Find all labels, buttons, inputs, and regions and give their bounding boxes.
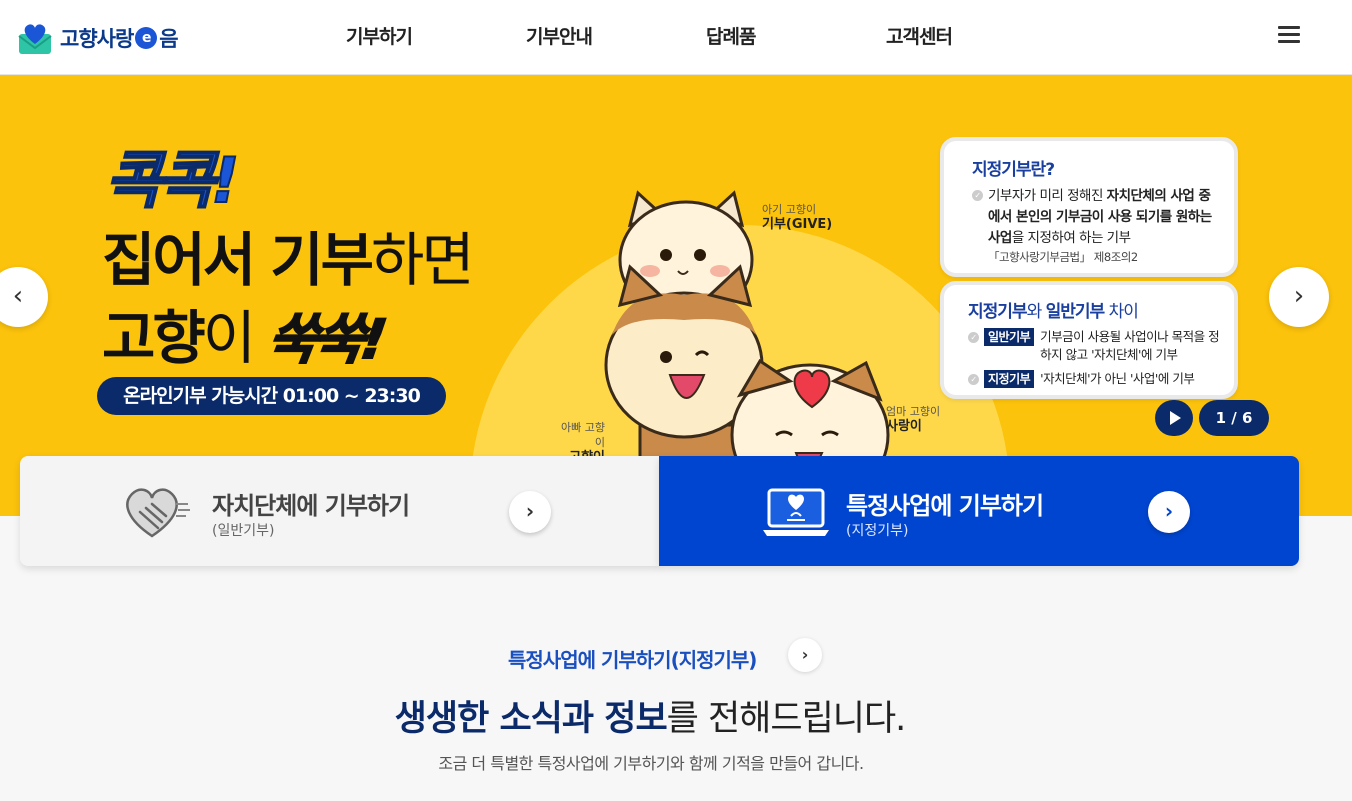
hero-line2-suk: 쑥쑥! [262, 307, 388, 372]
info-box2-title-b: 와 [1026, 302, 1046, 322]
chevron-right-icon[interactable]: › [1148, 491, 1190, 533]
donation-difference-info-box: 지정기부와 일반기부 차이 ✓ 일반기부 기부금이 사용될 사업이나 목적을 정… [940, 281, 1238, 399]
online-hours-pill: 온라인기부 가능시간 01:00 ~ 23:30 [97, 377, 446, 415]
nav-donate[interactable]: 기부하기 [346, 22, 413, 49]
general-card-title: 자치단체에 기부하기 [212, 492, 410, 520]
nav-donation-guide[interactable]: 기부안내 [526, 22, 593, 49]
section-title-bold: 생생한 소식과 정보 [394, 699, 668, 739]
hero-headline-kk: 콕콕! [104, 143, 240, 218]
heart-mail-icon [18, 24, 52, 54]
char-label-baby: 아기 고향이 기부(GIVE) [762, 202, 832, 232]
designated-card-subtitle: (지정기부) [846, 523, 909, 539]
diff-row-designated-text: '자치단체'가 아닌 '사업'에 기부 [1040, 371, 1195, 386]
hero-headline-line2: 고향이 쑥쑥! [102, 291, 388, 375]
char-role-dad: 아빠 고향이 [561, 421, 605, 449]
nav-gifts[interactable]: 답례품 [706, 22, 756, 49]
designated-donation-tag: 지정기부 [984, 370, 1035, 388]
char-label-mom: 엄마 고향이 사랑이 [886, 404, 940, 434]
char-role-mom: 엄마 고향이 [886, 405, 941, 418]
check-icon: ✓ [972, 190, 983, 201]
laptop-donation-icon [763, 488, 829, 536]
info-box2-title: 지정기부와 일반기부 차이 [968, 297, 1220, 322]
slider-play-button[interactable] [1155, 400, 1193, 436]
hero-headline-line1: 집어서 기부하면 [102, 213, 475, 297]
hero-line2-mid: 이 [202, 304, 269, 372]
chevron-right-icon[interactable]: › [509, 491, 551, 533]
designated-card-title: 특정사업에 기부하기 [846, 492, 1044, 520]
site-logo[interactable]: 고향사랑 e 음 [18, 18, 179, 58]
hero-line2-bold: 고향 [102, 304, 206, 372]
check-icon: ✓ [968, 332, 979, 343]
hero-line1-rest: 하면 [371, 226, 475, 294]
hero-banner: 콕콕! 집어서 기부하면 고향이 쑥쑥! 온라인기부 가능시간 01:00 ~ … [0, 75, 1352, 516]
char-role-baby: 아기 고향이 [762, 203, 817, 216]
hero-line1-bold: 집어서 기부 [102, 226, 374, 294]
designated-donation-link[interactable]: 특정사업에 기부하기(지정기부) [508, 644, 757, 673]
hamburger-icon[interactable] [1278, 26, 1300, 46]
logo-text-part2: 음 [159, 27, 178, 51]
slider-prev-button[interactable]: ‹ [0, 267, 48, 327]
slider-page-counter: 1 / 6 [1199, 400, 1269, 436]
info-box2-title-a: 지정기부 [968, 302, 1028, 322]
info-box1-title: 지정기부란? [972, 160, 1055, 180]
heart-hand-icon [126, 488, 190, 538]
info-box2-title-d: 차이 [1104, 302, 1139, 322]
diff-row-general-text: 기부금이 사용될 사업이나 목적을 정하지 않고 '자치단체'에 기부 [1040, 329, 1220, 362]
designated-donation-info-box: 지정기부란? ✓ 기부자가 미리 정해진 자치단체의 사업 중에서 본인의 기부… [940, 137, 1238, 277]
info-box1-body: ✓ 기부자가 미리 정해진 자치단체의 사업 중에서 본인의 기부금이 사용 되… [972, 186, 1220, 249]
donate-to-municipality-card[interactable]: 자치단체에 기부하기 (일반기부) › [20, 456, 660, 566]
chevron-right-icon[interactable]: › [788, 638, 822, 672]
logo-text-part1: 고향사랑 [60, 27, 134, 51]
section-title: 생생한 소식과 정보를 전해드립니다. [0, 690, 1300, 741]
general-donation-tag: 일반기부 [984, 328, 1035, 346]
check-icon: ✓ [968, 374, 979, 385]
char-name-mom: 사랑이 [886, 419, 922, 434]
donate-to-project-card[interactable]: 특정사업에 기부하기 (지정기부) › [659, 456, 1299, 566]
info-box1-body-a: 기부자가 미리 정해진 [988, 188, 1107, 204]
section-subtitle: 조금 더 특별한 특정사업에 기부하기와 함께 기적을 만들어 갑니다. [438, 754, 864, 773]
section-title-rest: 를 전해드립니다. [666, 699, 907, 739]
info-box2-title-c: 일반기부 [1045, 302, 1106, 322]
info-box1-body-c: 을 지정하여 하는 기부 [1011, 230, 1131, 246]
logo-e-mark: e [135, 27, 158, 49]
general-card-subtitle: (일반기부) [212, 523, 275, 539]
diff-row-designated: ✓ 지정기부 '자치단체'가 아닌 '사업'에 기부 [968, 370, 1220, 388]
slider-next-button[interactable]: › [1269, 267, 1329, 327]
site-header: 고향사랑 e 음 기부하기 기부안내 답례품 고객센터 [0, 0, 1352, 75]
info-box1-reference: 「고향사랑기부금법」 제8조의2 [988, 250, 1138, 264]
nav-customer-center[interactable]: 고객센터 [886, 22, 953, 49]
char-name-baby: 기부(GIVE) [762, 217, 833, 232]
diff-row-general: ✓ 일반기부 기부금이 사용될 사업이나 목적을 정하지 않고 '자치단체'에 … [968, 328, 1220, 364]
logo-text: 고향사랑 e 음 [60, 23, 179, 53]
